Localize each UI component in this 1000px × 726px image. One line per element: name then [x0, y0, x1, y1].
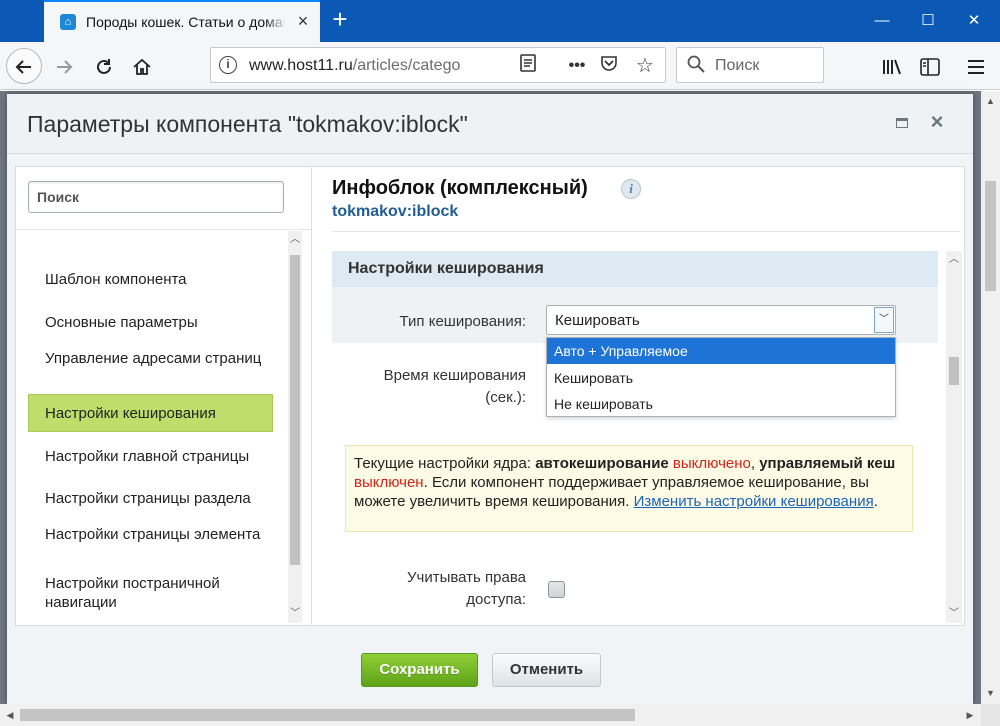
- reader-view-icon[interactable]: [516, 54, 540, 78]
- reload-button[interactable]: [88, 50, 120, 82]
- chevron-down-icon[interactable]: ﹀: [874, 307, 894, 333]
- url-text: www.host11.ru/articles/catego: [249, 57, 461, 74]
- nav-scroll-thumb[interactable]: [290, 255, 300, 565]
- settings-nav: Поиск Шаблон компонента Основные парамет…: [16, 167, 312, 625]
- reload-icon: [97, 58, 111, 74]
- cancel-button[interactable]: Отменить: [492, 653, 601, 687]
- back-button[interactable]: [6, 48, 42, 84]
- page-vertical-scrollbar[interactable]: ▲ ▼: [981, 91, 1000, 704]
- forward-button[interactable]: [48, 50, 80, 82]
- scroll-up-icon[interactable]: ▲: [981, 93, 1000, 109]
- component-code: tokmakov:iblock: [332, 203, 459, 220]
- forward-arrow-icon: [57, 60, 73, 74]
- cache-time-label: Время кеширования (сек.):: [383, 367, 526, 406]
- info-icon[interactable]: i: [621, 179, 641, 199]
- dialog-header: Параметры компонента "tokmakov:iblock" ×: [7, 94, 973, 154]
- window-close-button[interactable]: ✕: [962, 10, 986, 32]
- page-horizontal-scrollbar[interactable]: ◀ ▶: [0, 704, 981, 726]
- maximize-icon[interactable]: [896, 118, 908, 128]
- scroll-down-icon[interactable]: ▼: [981, 685, 1000, 701]
- cache-option-auto-managed[interactable]: Авто + Управляемое: [547, 338, 895, 364]
- save-button[interactable]: Сохранить: [361, 653, 478, 687]
- scroll-down-icon[interactable]: ﹀: [946, 607, 962, 621]
- bookmark-star-icon[interactable]: ☆: [633, 54, 657, 78]
- cache-option-no-cache[interactable]: Не кешировать: [547, 391, 895, 417]
- change-cache-settings-link[interactable]: Изменить настройки кеширования: [634, 493, 874, 510]
- info-icon[interactable]: i: [219, 56, 237, 74]
- cache-option-cache[interactable]: Кешировать: [547, 365, 895, 391]
- nav-item-url-management[interactable]: Управление адресами страниц: [45, 349, 285, 368]
- scroll-right-icon[interactable]: ▶: [962, 707, 978, 723]
- content-scroll-thumb[interactable]: [949, 357, 959, 385]
- page-vscroll-thumb[interactable]: [985, 181, 996, 291]
- kernel-settings-notice: Текущие настройки ядра: автокеширование …: [345, 445, 913, 532]
- tab-close-icon[interactable]: ×: [294, 11, 312, 31]
- tab-strip: ⌂ Породы кошек. Статьи о домашних × + — …: [0, 0, 1000, 42]
- nav-item-component-template[interactable]: Шаблон компонента: [45, 270, 285, 289]
- access-rights-label: Учитывать права доступа:: [407, 569, 526, 608]
- maximize-button[interactable]: ☐: [916, 10, 940, 32]
- navigation-toolbar: i www.host11.ru/articles/catego ••• ☆ По…: [0, 42, 1000, 90]
- scroll-left-icon[interactable]: ◀: [2, 707, 18, 723]
- minimize-button[interactable]: —: [870, 10, 894, 32]
- dialog-body: Поиск Шаблон компонента Основные парамет…: [15, 166, 965, 626]
- browser-tab-active[interactable]: ⌂ Породы кошек. Статьи о домашних ×: [44, 0, 320, 42]
- nav-search-input[interactable]: Поиск: [28, 181, 284, 213]
- nav-item-section-page-settings[interactable]: Настройки страницы раздела: [45, 489, 285, 508]
- cache-type-dropdown: Авто + Управляемое Кешировать Не кеширов…: [546, 337, 896, 417]
- home-button[interactable]: [126, 50, 158, 82]
- home-icon: [133, 58, 151, 75]
- nav-search-placeholder: Поиск: [37, 189, 80, 205]
- page-hscroll-thumb[interactable]: [20, 709, 635, 721]
- more-actions-icon[interactable]: •••: [565, 54, 589, 78]
- section-title: Настройки кеширования: [348, 260, 544, 277]
- scroll-up-icon[interactable]: ︿: [288, 233, 302, 247]
- nav-item-basic-params[interactable]: Основные параметры: [45, 313, 285, 332]
- cache-type-select[interactable]: Кешировать ﹀: [546, 305, 896, 335]
- tab-title: Породы кошек. Статьи о домашних: [86, 14, 284, 30]
- scroll-down-icon[interactable]: ﹀: [288, 607, 302, 621]
- hamburger-menu-icon[interactable]: [960, 50, 992, 82]
- nav-item-main-page-settings[interactable]: Настройки главной страницы: [45, 447, 285, 466]
- nav-item-element-page-settings[interactable]: Настройки страницы элемента: [45, 525, 285, 544]
- nav-item-cache-settings[interactable]: Настройки кеширования: [28, 394, 273, 432]
- search-bar[interactable]: Поиск: [676, 47, 824, 83]
- cache-type-label: Тип кеширования:: [399, 313, 526, 330]
- address-bar[interactable]: i www.host11.ru/articles/catego ••• ☆: [210, 47, 666, 83]
- search-placeholder: Поиск: [715, 57, 760, 74]
- sidebar-icon[interactable]: [914, 50, 946, 82]
- nav-item-pagination-settings[interactable]: Настройки постраничной навигации: [45, 574, 285, 612]
- component-params-dialog: Параметры компонента "tokmakov:iblock" ×…: [7, 94, 973, 704]
- search-icon: [687, 55, 705, 78]
- access-rights-checkbox[interactable]: [548, 581, 565, 598]
- dialog-title: Параметры компонента "tokmakov:iblock": [27, 111, 468, 137]
- section-header: Настройки кеширования: [332, 251, 938, 287]
- new-tab-button[interactable]: +: [326, 6, 354, 34]
- back-arrow-icon: [15, 60, 31, 74]
- nav-scrollbar[interactable]: ︿ ﹀: [288, 231, 302, 623]
- cache-type-value: Кешировать: [555, 312, 640, 329]
- site-favicon-icon: ⌂: [60, 14, 76, 30]
- content-scrollbar[interactable]: ︿ ﹀: [946, 251, 962, 623]
- library-icon[interactable]: [876, 50, 908, 82]
- close-icon[interactable]: ×: [927, 110, 947, 134]
- scroll-up-icon[interactable]: ︿: [946, 253, 962, 267]
- component-title: Инфоблок (комплексный): [332, 177, 588, 199]
- pocket-icon[interactable]: [597, 54, 621, 78]
